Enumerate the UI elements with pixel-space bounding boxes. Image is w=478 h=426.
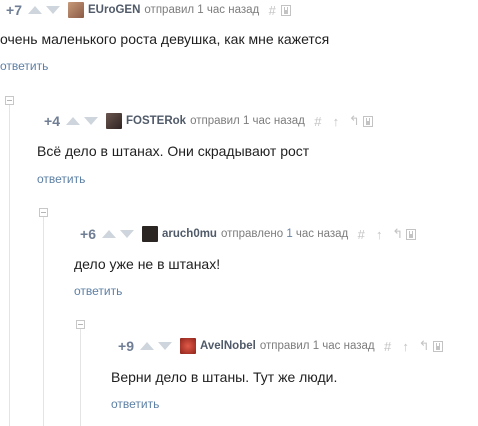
comment-text: дело уже не в штанах! xyxy=(74,256,221,272)
reply-link[interactable]: ответить xyxy=(0,59,48,73)
upvote-arrow-icon[interactable]: ↑ xyxy=(374,227,384,242)
reply-link[interactable]: ответить xyxy=(37,172,85,186)
upvote-icon[interactable] xyxy=(28,6,42,14)
comment-meta: отправил 1 час назад xyxy=(144,4,259,16)
upvote-arrow-icon[interactable]: ↑ xyxy=(331,114,341,129)
action-text: отправил xyxy=(259,340,310,352)
timestamp[interactable]: 1 час назад xyxy=(243,115,305,127)
comment-text: Всё дело в штанах. Они скрадывают рост xyxy=(37,143,310,159)
parent-link-icon[interactable]: ↰ xyxy=(349,113,360,129)
timestamp-count[interactable]: 1 xyxy=(286,228,292,240)
downvote-icon[interactable] xyxy=(120,230,134,238)
comment-rating: +9 xyxy=(118,338,134,354)
upvote-icon[interactable] xyxy=(102,230,116,238)
author-name[interactable]: FOSTERok xyxy=(126,115,186,127)
save-icon[interactable] xyxy=(406,228,417,240)
timestamp[interactable]: 1 час назад xyxy=(313,340,375,352)
hash-icon[interactable]: # xyxy=(267,3,277,18)
comment-text: очень маленького роста девушка, как мне … xyxy=(0,31,330,47)
hash-icon[interactable]: # xyxy=(356,227,366,242)
comment-rating: +7 xyxy=(6,2,22,18)
reply-link[interactable]: ответить xyxy=(111,397,159,411)
comment-meta: отправлено 1 час назад xyxy=(221,228,348,240)
author-name[interactable]: EUroGEN xyxy=(88,4,140,16)
save-icon[interactable] xyxy=(362,115,373,127)
thread-line xyxy=(9,100,10,426)
downvote-icon[interactable] xyxy=(84,117,98,125)
avatar[interactable] xyxy=(68,2,84,18)
upvote-icon[interactable] xyxy=(66,117,80,125)
timestamp[interactable]: 1 час назад xyxy=(197,4,259,16)
avatar[interactable] xyxy=(106,113,122,129)
author-name[interactable]: aruch0mu xyxy=(162,228,217,240)
comment-meta: отправил 1 час назад xyxy=(190,115,305,127)
upvote-icon[interactable] xyxy=(140,342,154,350)
avatar[interactable] xyxy=(180,338,196,354)
action-text: отправил xyxy=(190,115,240,127)
comment-text: Верни дело в штаны. Тут же люди. xyxy=(111,369,338,385)
downvote-icon[interactable] xyxy=(46,6,60,14)
parent-link-icon[interactable]: ↰ xyxy=(419,338,430,354)
hash-icon[interactable]: # xyxy=(383,339,393,354)
comment-meta: отправил 1 час назад xyxy=(260,340,375,352)
timestamp[interactable]: час назад xyxy=(296,228,348,240)
downvote-icon[interactable] xyxy=(158,342,172,350)
collapse-toggle[interactable] xyxy=(39,208,48,217)
save-icon[interactable] xyxy=(432,340,443,352)
collapse-toggle[interactable] xyxy=(76,320,85,329)
thread-line xyxy=(43,212,44,426)
parent-link-icon[interactable]: ↰ xyxy=(392,226,403,242)
author-name[interactable]: AvelNobel xyxy=(200,340,256,352)
avatar[interactable] xyxy=(142,226,158,242)
thread-line xyxy=(80,326,81,426)
comment-rating: +6 xyxy=(80,226,96,242)
action-text: отправлено xyxy=(220,228,284,240)
reply-link[interactable]: ответить xyxy=(74,284,122,298)
save-icon[interactable] xyxy=(281,4,292,16)
upvote-arrow-icon[interactable]: ↑ xyxy=(401,339,411,354)
hash-icon[interactable]: # xyxy=(313,114,323,129)
collapse-toggle[interactable] xyxy=(5,96,14,105)
action-text: отправил xyxy=(144,4,195,16)
comment-rating: +4 xyxy=(44,113,60,129)
